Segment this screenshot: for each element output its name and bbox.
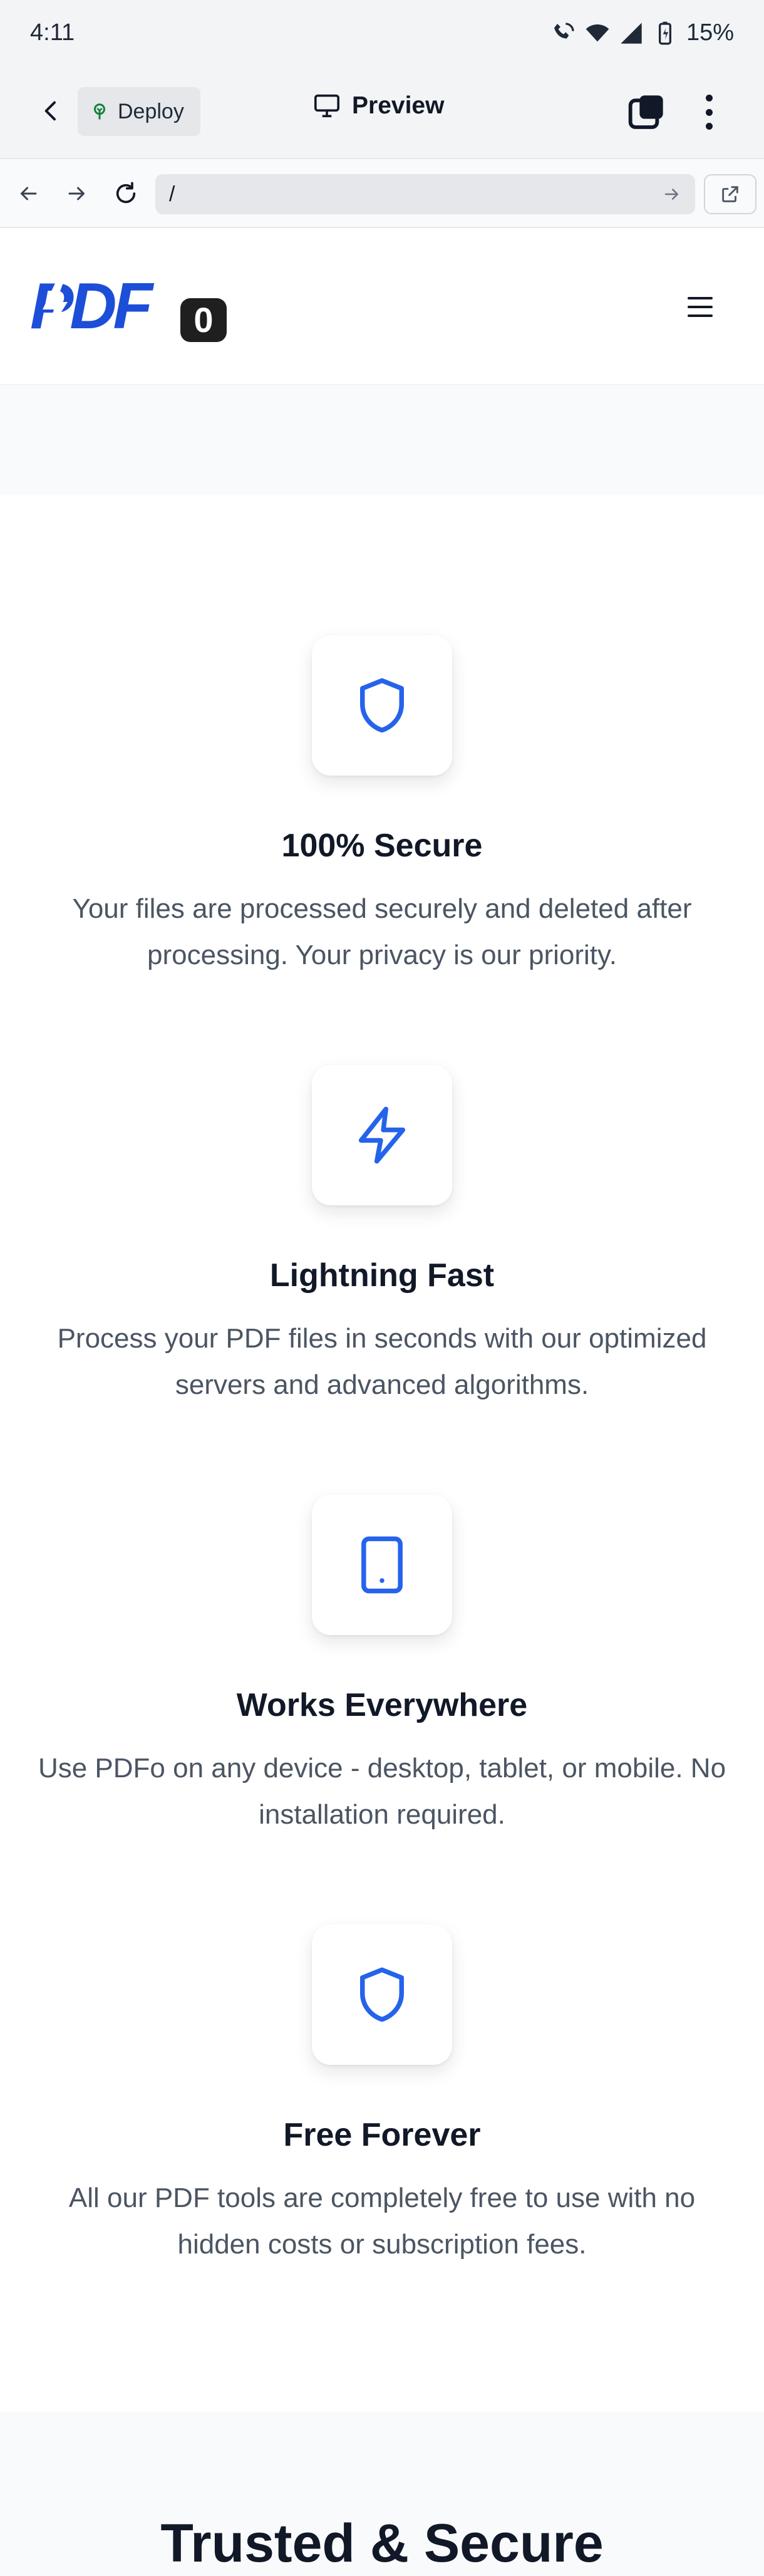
section-title: Trusted & Secure: [160, 2513, 604, 2573]
deploy-button[interactable]: Deploy: [78, 87, 200, 136]
shield-icon: [360, 1967, 404, 2022]
tree-icon: [94, 103, 105, 120]
shield-icon: [360, 678, 404, 733]
feature-title: Works Everywhere: [236, 1687, 528, 1723]
url-path: /: [169, 182, 175, 206]
feature-icon-box: [312, 1924, 452, 2065]
preview-title: Preview: [313, 92, 444, 120]
tablet-icon: [361, 1536, 403, 1594]
tabs-icon[interactable]: [626, 92, 666, 132]
chevron-left-icon: [44, 101, 56, 121]
feature-title: Lightning Fast: [269, 1257, 495, 1294]
battery-percent: 15%: [686, 19, 734, 46]
preview-label: Preview: [352, 92, 445, 119]
arrow-left-icon: [21, 187, 37, 200]
status-time: 4:11: [30, 19, 75, 46]
feature-icon-box: [312, 635, 452, 776]
back-button[interactable]: [33, 92, 70, 130]
arrow-right-icon: [68, 187, 85, 200]
hero-band: [0, 385, 764, 495]
go-arrow-icon[interactable]: [663, 185, 681, 204]
menu-icon[interactable]: [688, 297, 713, 317]
feature-description: Process your PDF files in seconds with o…: [57, 1323, 707, 1400]
feature-icon-box: [312, 1065, 452, 1205]
url-row: /: [0, 158, 764, 228]
pdfo-logo[interactable]: PDF 0: [30, 273, 227, 342]
feature-icon-box: [312, 1495, 452, 1635]
open-external-button[interactable]: [704, 174, 756, 214]
feature-title: 100% Secure: [281, 828, 483, 864]
feature-description: Use PDFo on any device - desktop, tablet…: [38, 1753, 726, 1830]
nav-back-button[interactable]: [11, 177, 45, 210]
wifi-icon: [586, 24, 609, 41]
deploy-label: Deploy: [118, 99, 184, 123]
site-header: PDF 0: [0, 228, 764, 385]
lightning-icon: [358, 1106, 406, 1164]
url-input[interactable]: /: [155, 174, 695, 214]
reload-icon: [116, 182, 136, 204]
signal-icon: [621, 22, 642, 44]
reload-button[interactable]: [109, 177, 143, 210]
more-options-icon[interactable]: [695, 91, 723, 133]
feature-title: Free Forever: [283, 2117, 481, 2153]
status-bar: 4:11 15%: [0, 0, 764, 66]
app-toolbar: Deploy Preview: [0, 66, 764, 158]
feature-description: All our PDF tools are completely free to…: [68, 2183, 696, 2260]
monitor-icon: [314, 94, 339, 118]
wifi-call-icon: [554, 22, 574, 38]
nav-forward-button[interactable]: [60, 177, 94, 210]
status-icons: 15%: [551, 19, 734, 46]
feature-description: Your files are processed securely and de…: [72, 893, 692, 970]
svg-text:0: 0: [194, 300, 213, 340]
external-link-icon: [722, 186, 738, 202]
battery-icon: [658, 21, 671, 44]
